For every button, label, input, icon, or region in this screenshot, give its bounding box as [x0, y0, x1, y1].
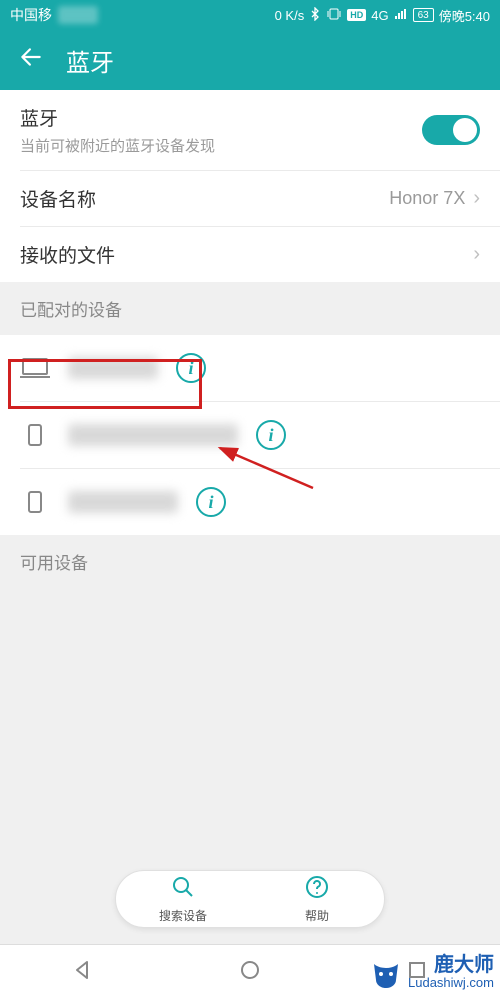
vibrate-icon — [326, 7, 342, 24]
bluetooth-icon — [309, 7, 321, 24]
status-left: 中国移 — [10, 5, 98, 25]
toggle-label: 蓝牙 — [20, 104, 422, 131]
search-devices-button[interactable]: 搜索设备 — [116, 871, 250, 927]
signal-bars-icon — [394, 8, 408, 23]
time-label: 傍晚5:40 — [439, 6, 490, 25]
bluetooth-toggle-switch[interactable] — [422, 115, 480, 145]
status-blur — [58, 6, 98, 24]
content-area: 蓝牙 当前可被附近的蓝牙设备发现 设备名称 Honor 7X › 接收的文件 ›… — [0, 90, 500, 878]
device-name-redacted — [68, 491, 178, 513]
available-devices-empty — [0, 588, 500, 878]
search-label: 搜索设备 — [159, 907, 207, 924]
carrier-label: 中国移 — [10, 5, 52, 25]
chevron-right-icon: › — [473, 187, 480, 210]
paired-device-row[interactable]: i — [0, 402, 500, 468]
data-rate: 0 K/s — [275, 8, 305, 23]
info-icon[interactable]: i — [176, 353, 206, 383]
deer-logo-icon — [368, 950, 404, 990]
watermark-brand: 鹿大师 — [408, 954, 494, 976]
nav-back-icon[interactable] — [71, 958, 95, 987]
battery-icon: 63 — [413, 8, 434, 22]
app-header: 蓝牙 — [0, 30, 500, 90]
phone-icon — [20, 488, 50, 516]
device-name-redacted — [68, 357, 158, 379]
paired-device-row[interactable]: i — [0, 469, 500, 535]
device-name-redacted — [68, 424, 238, 446]
page-title: 蓝牙 — [66, 43, 114, 78]
search-icon — [171, 875, 195, 905]
help-button[interactable]: 帮助 — [250, 871, 384, 927]
help-label: 帮助 — [305, 907, 329, 924]
info-icon[interactable]: i — [256, 420, 286, 450]
device-name-row[interactable]: 设备名称 Honor 7X › — [0, 171, 500, 226]
laptop-icon — [20, 357, 50, 379]
received-files-label: 接收的文件 — [20, 241, 115, 268]
status-bar: 中国移 0 K/s HD 4G 63 傍晚5:40 — [0, 0, 500, 30]
phone-icon — [20, 421, 50, 449]
info-icon[interactable]: i — [196, 487, 226, 517]
device-name-value: Honor 7X — [389, 188, 465, 209]
received-files-row[interactable]: 接收的文件 › — [0, 227, 500, 282]
available-devices-header: 可用设备 — [0, 535, 500, 588]
toggle-subtitle: 当前可被附近的蓝牙设备发现 — [20, 135, 422, 156]
paired-device-row[interactable]: i — [0, 335, 500, 401]
bottom-action-bar: 搜索设备 帮助 — [115, 870, 385, 928]
status-right: 0 K/s HD 4G 63 傍晚5:40 — [275, 6, 490, 25]
chevron-right-icon: › — [473, 243, 480, 266]
device-name-label: 设备名称 — [20, 185, 96, 212]
watermark-url: Ludashiwj.com — [408, 976, 494, 990]
watermark: 鹿大师 Ludashiwj.com — [368, 950, 494, 990]
hd-badge: HD — [347, 9, 366, 21]
paired-devices-header: 已配对的设备 — [0, 282, 500, 335]
signal-type: 4G — [371, 8, 388, 23]
help-icon — [305, 875, 329, 905]
nav-home-icon[interactable] — [238, 958, 262, 987]
bluetooth-toggle-row[interactable]: 蓝牙 当前可被附近的蓝牙设备发现 — [0, 90, 500, 170]
back-arrow-icon[interactable] — [18, 44, 44, 77]
